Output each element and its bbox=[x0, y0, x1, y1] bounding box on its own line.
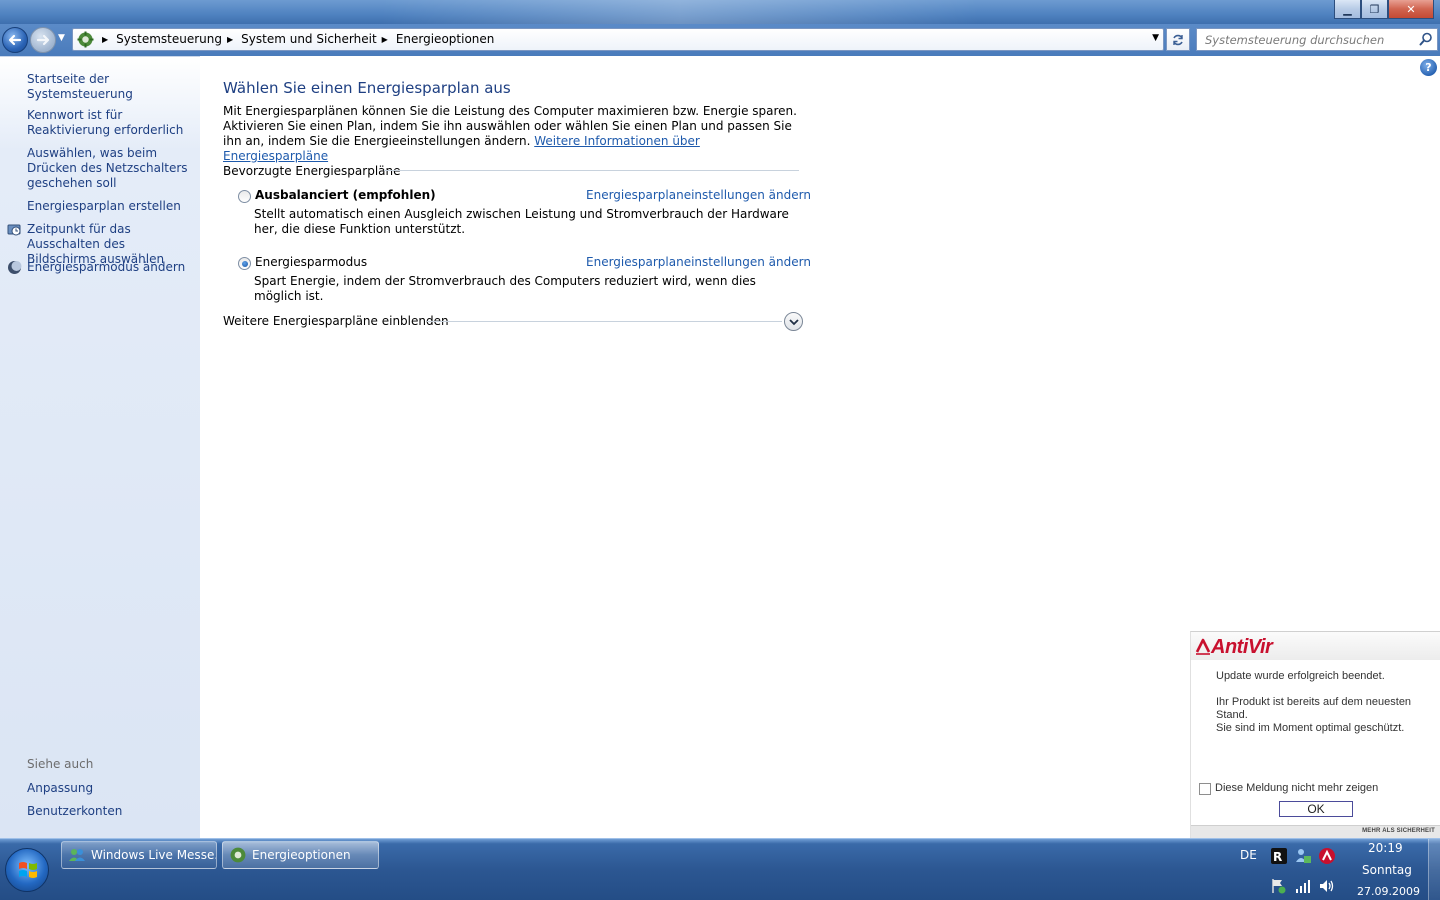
breadcrumb-energieoptionen[interactable]: Energieoptionen bbox=[396, 32, 495, 46]
sidebar-link-sleep-mode[interactable]: Energiesparmodus ändern bbox=[27, 260, 195, 275]
taskbar-button-power-options[interactable]: Energieoptionen bbox=[222, 841, 379, 869]
display-clock-icon bbox=[7, 224, 21, 236]
search-input[interactable] bbox=[1197, 29, 1411, 50]
action-center-flag-icon[interactable] bbox=[1270, 877, 1288, 895]
language-indicator[interactable]: DE bbox=[1240, 848, 1257, 862]
windows-logo-icon bbox=[19, 862, 37, 878]
plan-radio-power-saver[interactable] bbox=[238, 257, 251, 270]
chevron-right-icon[interactable]: ▶ bbox=[102, 35, 108, 44]
refresh-icon bbox=[1173, 34, 1183, 45]
plan-radio-balanced[interactable] bbox=[238, 190, 251, 203]
antivir-ok-button[interactable]: OK bbox=[1279, 801, 1353, 817]
antivir-footer: MEHR ALS SICHERHEIT bbox=[1191, 825, 1440, 839]
dont-show-again-label[interactable]: Diese Meldung nicht mehr zeigen bbox=[1215, 782, 1378, 794]
network-signal-icon[interactable] bbox=[1294, 877, 1312, 895]
refresh-button[interactable] bbox=[1166, 28, 1190, 51]
volume-icon[interactable] bbox=[1318, 877, 1336, 895]
expand-more-plans-button[interactable] bbox=[784, 312, 803, 331]
svg-text:R: R bbox=[1273, 850, 1282, 864]
maximize-button[interactable]: ❐ bbox=[1361, 0, 1388, 19]
search-box bbox=[1196, 28, 1438, 51]
clock-time[interactable]: 20:19 bbox=[1368, 841, 1403, 855]
intro-description: Mit Energiesparplänen können Sie die Lei… bbox=[223, 104, 797, 148]
antivir-header: AntiVir bbox=[1191, 632, 1440, 660]
clock-date[interactable]: 27.09.2009 bbox=[1357, 885, 1420, 898]
search-icon[interactable] bbox=[1419, 32, 1433, 46]
taskbar-button-label: Windows Live Messe... bbox=[91, 848, 217, 862]
control-panel-icon bbox=[230, 847, 246, 863]
antivir-notification: AntiVir Update wurde erfolgreich beendet… bbox=[1190, 631, 1440, 839]
control-panel-icon bbox=[77, 31, 94, 48]
plan-settings-link-power-saver[interactable]: Energiesparplaneinstellungen ändern bbox=[586, 255, 811, 269]
sidebar-link-password-on-wakeup[interactable]: Kennwort ist für Reaktivierung erforderl… bbox=[27, 108, 195, 138]
recent-pages-dropdown[interactable]: ▼ bbox=[58, 33, 65, 43]
avira-umbrella-icon[interactable] bbox=[1318, 847, 1336, 865]
sidebar-link-user-accounts[interactable]: Benutzerkonten bbox=[27, 804, 195, 819]
dont-show-again-checkbox[interactable] bbox=[1199, 783, 1211, 795]
taskbar: Windows Live Messe... Energieoptionen DE… bbox=[0, 838, 1440, 900]
plan-description-power-saver: Spart Energie, indem der Stromverbrauch … bbox=[254, 274, 756, 303]
preferred-plans-heading: Bevorzugte Energiesparpläne bbox=[223, 164, 401, 178]
show-more-plans-label[interactable]: Weitere Energiesparpläne einblenden bbox=[223, 314, 449, 328]
close-button[interactable]: ✕ bbox=[1388, 0, 1434, 19]
chevron-right-icon[interactable]: ▶ bbox=[382, 35, 388, 44]
clock-day[interactable]: Sonntag bbox=[1362, 863, 1412, 877]
sidebar-link-home[interactable]: Startseite der Systemsteuerung bbox=[27, 72, 195, 102]
divider bbox=[427, 321, 782, 322]
plan-name-balanced[interactable]: Ausbalanciert (empfohlen) bbox=[255, 188, 436, 202]
network-users-icon[interactable] bbox=[1294, 847, 1312, 865]
breadcrumb-system-und-sicherheit[interactable]: System und Sicherheit bbox=[241, 32, 377, 46]
forward-button[interactable] bbox=[30, 27, 56, 53]
antivir-logo-text: AntiVir bbox=[1211, 635, 1273, 658]
page-title: Wählen Sie einen Energiesparplan aus bbox=[223, 79, 511, 97]
chevron-down-icon: ▼ bbox=[58, 33, 65, 43]
see-also-heading: Siehe auch bbox=[27, 757, 94, 771]
arrow-left-icon bbox=[8, 34, 22, 46]
back-button[interactable] bbox=[2, 27, 28, 53]
divider bbox=[384, 170, 799, 171]
taskbar-button-messenger[interactable]: Windows Live Messe... bbox=[61, 841, 217, 869]
intro-text: Mit Energiesparplänen können Sie die Lei… bbox=[223, 104, 803, 164]
sidebar-link-personalization[interactable]: Anpassung bbox=[27, 781, 195, 796]
chevron-right-icon[interactable]: ▶ bbox=[227, 35, 233, 44]
messenger-icon bbox=[69, 849, 85, 861]
task-pane: Startseite der Systemsteuerung Kennwort … bbox=[0, 56, 200, 838]
antivir-logo: AntiVir bbox=[1195, 635, 1273, 658]
plan-name-power-saver[interactable]: Energiesparmodus bbox=[255, 255, 367, 269]
plan-description-balanced: Stellt automatisch einen Ausgleich zwisc… bbox=[254, 207, 789, 236]
sidebar-link-power-button-action[interactable]: Auswählen, was beim Drücken des Netzscha… bbox=[27, 146, 195, 191]
help-icon[interactable]: ? bbox=[1420, 59, 1437, 76]
arrow-right-icon bbox=[36, 34, 50, 46]
show-desktop-button[interactable] bbox=[1428, 839, 1440, 900]
plan-settings-link-balanced[interactable]: Energiesparplaneinstellungen ändern bbox=[586, 188, 811, 202]
address-bar[interactable]: ▶ Systemsteuerung ▶ System und Sicherhei… bbox=[72, 28, 1164, 51]
breadcrumb-systemsteuerung[interactable]: Systemsteuerung bbox=[116, 32, 222, 46]
navigation-bar: ▼ ▶ Systemsteuerung ▶ System und Sicherh… bbox=[0, 24, 1440, 56]
start-button[interactable] bbox=[5, 848, 49, 892]
breadcrumb: ▶ Systemsteuerung ▶ System und Sicherhei… bbox=[97, 32, 494, 46]
antivir-slogan: MEHR ALS SICHERHEIT bbox=[1362, 828, 1435, 834]
title-bar-glass bbox=[380, 0, 980, 24]
rx-tray-icon[interactable]: R bbox=[1270, 847, 1288, 865]
sidebar-link-create-power-plan[interactable]: Energiesparplan erstellen bbox=[27, 199, 195, 214]
avira-umbrella-icon bbox=[1195, 638, 1211, 655]
window-title-bar: ▁ ❐ ✕ bbox=[0, 0, 1440, 24]
antivir-message-uptodate: Ihr Produkt ist bereits auf dem neuesten… bbox=[1216, 696, 1412, 721]
taskbar-button-label: Energieoptionen bbox=[252, 848, 351, 862]
window-controls: ▁ ❐ ✕ bbox=[1334, 0, 1434, 19]
chevron-down-icon bbox=[788, 318, 799, 325]
antivir-message-protected: Sie sind im Moment optimal geschützt. bbox=[1216, 722, 1405, 734]
address-history-dropdown-icon[interactable]: ▼ bbox=[1152, 33, 1159, 43]
minimize-button[interactable]: ▁ bbox=[1334, 0, 1361, 19]
sleep-moon-icon bbox=[8, 261, 22, 274]
antivir-message-update: Update wurde erfolgreich beendet. bbox=[1216, 670, 1385, 682]
